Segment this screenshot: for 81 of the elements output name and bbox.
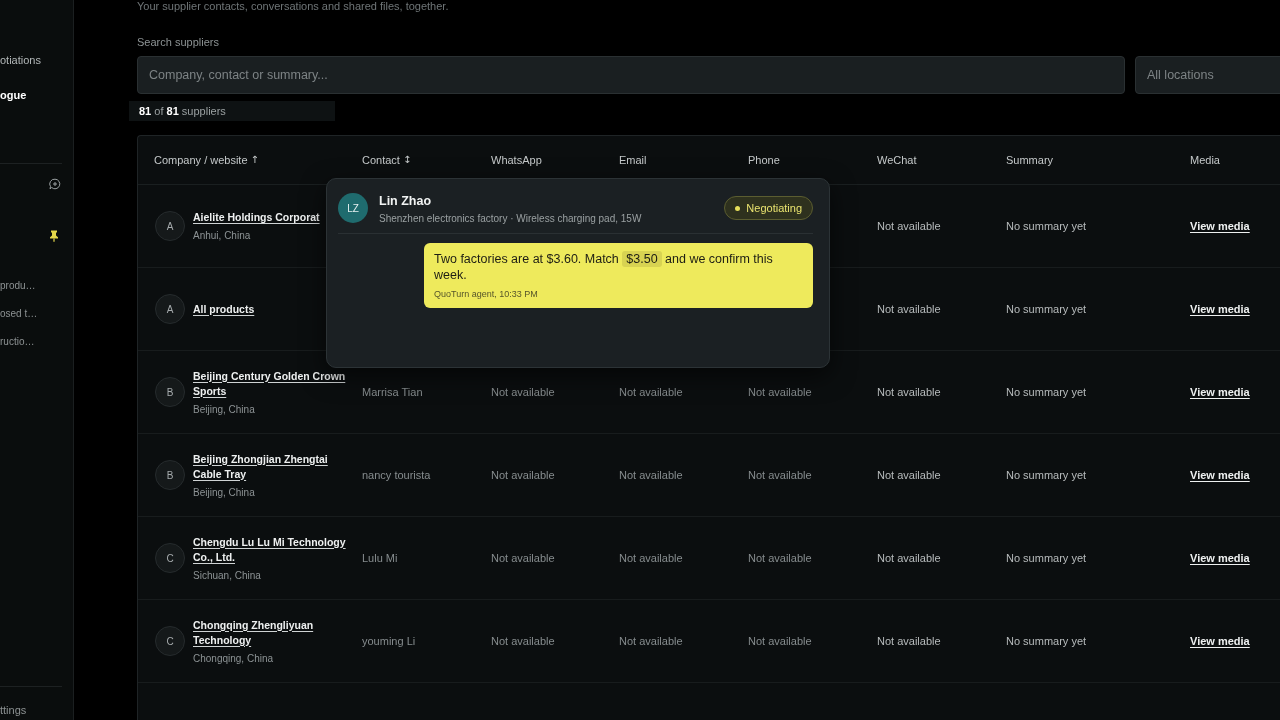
table-cell: Not available: [877, 469, 941, 481]
view-media-link[interactable]: View media: [1190, 220, 1250, 232]
contact-subtitle: Shenzhen electronics factory · Wireless charging pad, 15W: [379, 212, 642, 224]
table-cell: No summary yet: [1006, 635, 1087, 647]
location-text: Beijing, China: [193, 403, 255, 415]
conversation-item[interactable]: produ…: [0, 279, 36, 293]
company-link[interactable]: Chongqing Zhengliyuan Technology: [193, 617, 351, 648]
avatar: B: [155, 460, 185, 490]
column-header[interactable]: Contact: [362, 154, 400, 166]
table-cell: Not available: [619, 635, 683, 647]
contact-name: Lin Zhao: [379, 193, 432, 208]
nav-item[interactable]: ogue: [0, 88, 27, 102]
table-cell: No summary yet: [1006, 386, 1087, 398]
table-cell: Lulu Mi: [362, 552, 398, 564]
avatar: LZ: [338, 193, 368, 223]
table-cell: Not available: [748, 386, 812, 398]
column-header: Media: [1190, 154, 1220, 166]
avatar: B: [155, 377, 185, 407]
location-text: Anhui, China: [193, 230, 251, 241]
location-text: Beijing, China: [193, 486, 255, 498]
table-cell: Not available: [491, 635, 555, 647]
sort-indicator[interactable]: ↕: [402, 154, 412, 166]
table-cell: Not available: [619, 552, 683, 564]
view-media-link[interactable]: View media: [1190, 552, 1250, 564]
company-link[interactable]: Beijing Zhongjian Zhengtai Cable Tray: [193, 451, 351, 482]
view-media-link[interactable]: View media: [1190, 469, 1250, 481]
company-link[interactable]: All products: [193, 301, 255, 317]
column-header: Email: [619, 154, 647, 166]
table-cell: Not available: [877, 303, 941, 315]
column-header: WhatsApp: [491, 154, 542, 166]
table-cell: No summary yet: [1006, 220, 1087, 232]
search-field[interactable]: Company, contact or summary...: [137, 56, 1125, 94]
company-link[interactable]: Chengdu Lu Lu Mi Technology Co., Ltd.: [193, 534, 351, 565]
table-cell: Not available: [877, 220, 941, 232]
view-media-link[interactable]: View media: [1190, 386, 1250, 398]
sort-indicator[interactable]: ↑: [250, 154, 259, 166]
location-text: Chongqing, China: [193, 652, 274, 664]
supplier-count: 81 of 81 suppliers: [129, 101, 335, 121]
table-cell: Not available: [491, 386, 555, 398]
view-media-link[interactable]: View media: [1190, 303, 1250, 315]
table-cell: Not available: [748, 635, 812, 647]
status-label: Negotiating: [746, 202, 802, 214]
table-cell: Marrisa Tian: [362, 386, 423, 398]
table-cell: youming Li: [362, 635, 416, 647]
field-label: Search suppliers: [137, 36, 219, 48]
avatar: C: [155, 543, 185, 573]
view-media-link[interactable]: View media: [1190, 635, 1250, 647]
table-cell: Not available: [491, 469, 555, 481]
table-cell: Not available: [619, 469, 683, 481]
table-cell: Not available: [619, 386, 683, 398]
pin-icon[interactable]: [49, 230, 59, 242]
avatar: A: [155, 294, 185, 324]
table-cell: Not available: [748, 552, 812, 564]
location-text: Sichuan, China: [193, 569, 261, 581]
avatar: A: [155, 211, 185, 241]
column-header: WeChat: [877, 154, 917, 166]
table-cell: No summary yet: [1006, 469, 1087, 481]
table-cell: Not available: [748, 469, 812, 481]
table-cell: No summary yet: [1006, 303, 1087, 315]
table-cell: Not available: [877, 552, 941, 564]
message-text: Two factories are at $3.60. Match $3.50 and we confirm this week.: [434, 251, 774, 283]
column-header: Summary: [1006, 154, 1054, 166]
location-dropdown[interactable]: All locations: [1135, 56, 1280, 94]
nav-item[interactable]: otiations: [0, 53, 41, 67]
avatar: C: [155, 626, 185, 656]
company-link[interactable]: Beijing Century Golden Crown Sports: [193, 368, 351, 399]
table-cell: Not available: [877, 386, 941, 398]
table-cell: Not available: [877, 635, 941, 647]
company-link[interactable]: Aielite Holdings Corporat: [193, 210, 320, 225]
page-subtitle: Your supplier contacts, conversations and shared files, together.: [137, 0, 449, 12]
status-dot-icon: [735, 205, 741, 211]
table-cell: Not available: [491, 552, 555, 564]
column-header[interactable]: Company / website: [154, 154, 248, 166]
chat-bubble-plus-icon[interactable]: [49, 178, 61, 190]
table-cell: nancy tourista: [362, 469, 431, 481]
table-cell: No summary yet: [1006, 552, 1087, 564]
conversation-item[interactable]: ructio…: [0, 335, 35, 349]
column-header: Phone: [748, 154, 780, 166]
message-meta: QuoTurn agent, 10:33 PM: [434, 289, 538, 299]
conversation-item[interactable]: osed t…: [0, 307, 38, 321]
nav-item[interactable]: ttings: [0, 703, 27, 717]
